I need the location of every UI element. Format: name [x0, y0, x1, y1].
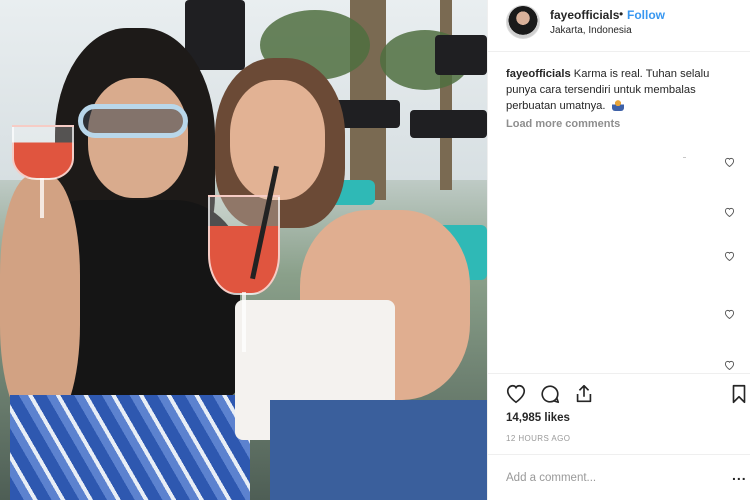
- load-more-comments-button[interactable]: Load more comments: [506, 118, 620, 130]
- separator-dot: •: [619, 7, 624, 21]
- post-caption: fayeofficials Karma is real. Tuhan selal…: [506, 66, 741, 114]
- comment-box: ...: [488, 454, 750, 500]
- comment-input[interactable]: [506, 468, 706, 488]
- photo-person-left-face: [88, 78, 188, 198]
- comment-like-heart-icon[interactable]: [724, 309, 735, 319]
- photo-person-right-face: [230, 80, 325, 200]
- post-timestamp[interactable]: 12 HOURS AGO: [506, 434, 570, 443]
- photo-palm-trunk: [440, 0, 452, 190]
- photo-person-right-jeans: [270, 400, 487, 500]
- photo-person-left-dress: [10, 395, 250, 500]
- comment-like-heart-icon[interactable]: [724, 207, 735, 217]
- photo-cocktail-glass: [12, 125, 74, 180]
- photo-glass-stem: [242, 292, 246, 352]
- post-actions-section: 14,985 likes 12 HOURS AGO ...: [488, 373, 750, 500]
- post-username[interactable]: fayeofficials: [550, 8, 619, 22]
- comment-icon[interactable]: [539, 383, 561, 405]
- comment-like-heart-icon[interactable]: [724, 360, 735, 370]
- praying-emoji-icon: [611, 99, 624, 111]
- more-options-icon[interactable]: ...: [732, 467, 747, 483]
- photo-umbrella: [435, 35, 487, 75]
- photo-glass-stem: [40, 178, 44, 218]
- post-header: fayeofficials • Follow Jakarta, Indonesi…: [488, 0, 750, 52]
- photo-umbrella: [410, 110, 487, 138]
- comment-divider: [683, 157, 686, 158]
- comment-like-heart-icon[interactable]: [724, 251, 735, 261]
- photo-sunglasses: [78, 104, 188, 138]
- comment-like-heart-icon[interactable]: [724, 157, 735, 167]
- bookmark-icon[interactable]: [728, 383, 750, 405]
- follow-button[interactable]: Follow: [627, 8, 665, 22]
- caption-username[interactable]: fayeofficials: [506, 68, 571, 80]
- avatar[interactable]: [506, 5, 540, 39]
- post-location[interactable]: Jakarta, Indonesia: [550, 25, 632, 36]
- share-icon[interactable]: [573, 383, 595, 405]
- post-photo[interactable]: [0, 0, 487, 500]
- heart-icon[interactable]: [505, 383, 527, 405]
- post-side-panel: fayeofficials • Follow Jakarta, Indonesi…: [488, 0, 750, 500]
- likes-count[interactable]: 14,985 likes: [506, 412, 570, 424]
